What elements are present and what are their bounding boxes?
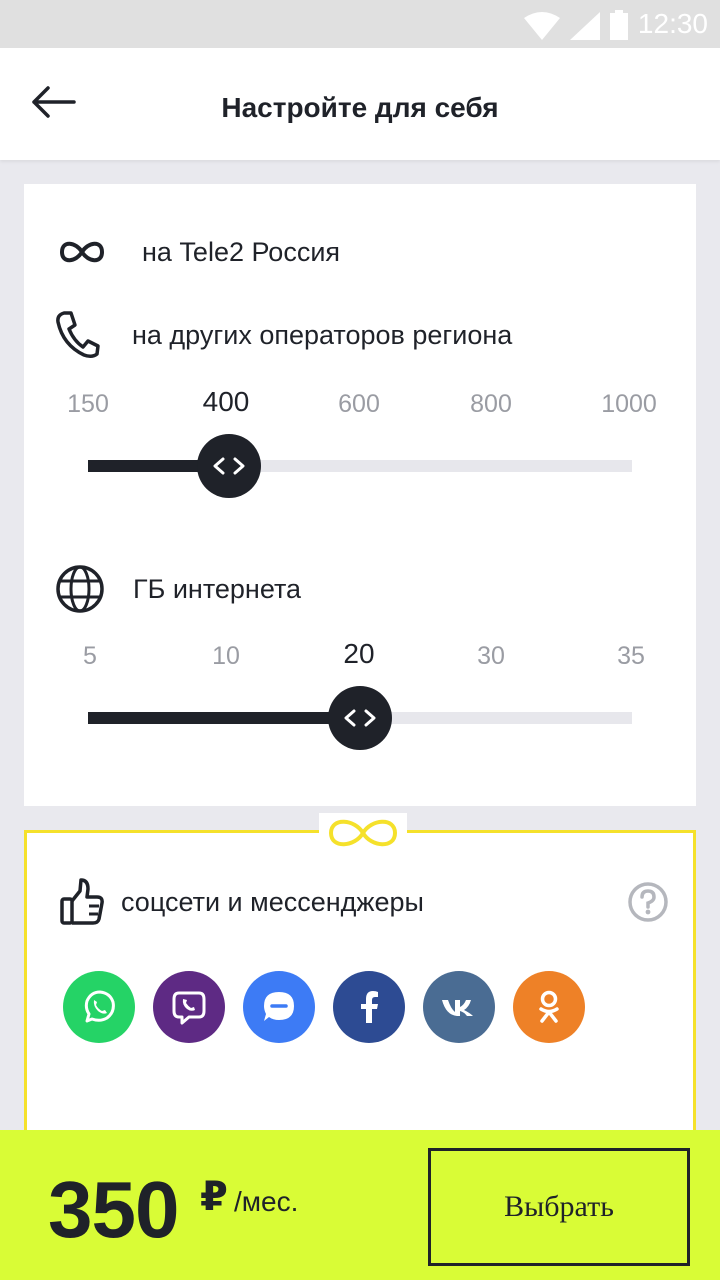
infinity-icon: [59, 241, 105, 263]
globe-icon: [56, 565, 104, 613]
internet-slider-fill: [88, 712, 360, 724]
tariff-settings-card: на Tele2 Россия на других операторов рег…: [24, 184, 696, 806]
tele2-row: на Tele2 Россия: [56, 236, 340, 268]
chevrons-icon: [213, 457, 245, 475]
whatsapp-button[interactable]: [63, 971, 135, 1043]
phone-icon: [56, 311, 100, 359]
page-title: Настройте для себя: [221, 92, 499, 123]
status-bar: 12:30: [0, 0, 720, 48]
minutes-tick[interactable]: 600: [338, 390, 380, 419]
internet-row: ГБ интернета: [55, 564, 301, 614]
minutes-slider-handle[interactable]: [197, 434, 262, 498]
vk-icon: [442, 1000, 473, 1016]
internet-slider[interactable]: [88, 686, 632, 750]
internet-tick[interactable]: 10: [212, 642, 240, 671]
price-period: /мес.: [234, 1186, 299, 1217]
tamtam-icon: [264, 992, 294, 1021]
unlimited-badge: [319, 813, 407, 853]
price-bar: 350 ₽ /мес. Выбрать: [0, 1130, 720, 1280]
tele2-label: на Tele2 Россия: [142, 236, 341, 267]
battery-icon: [610, 10, 628, 40]
odnoklassniki-icon: [539, 990, 559, 1023]
internet-ticks: 5 10 20 30 35: [64, 638, 664, 676]
minutes-slider[interactable]: [88, 434, 632, 498]
status-time: 12:30: [637, 8, 708, 39]
internet-tick[interactable]: 5: [83, 642, 97, 671]
facebook-button[interactable]: [333, 971, 405, 1043]
minutes-tick[interactable]: 1000: [601, 390, 657, 419]
price-value: 350: [48, 1165, 179, 1254]
social-label: соцсети и мессенджеры: [121, 886, 424, 917]
minutes-row: на других операторов региона: [54, 310, 512, 360]
app-bar: Настройте для себя: [0, 48, 720, 160]
internet-label: ГБ интернета: [133, 573, 302, 604]
choose-button[interactable]: Выбрать: [428, 1148, 690, 1266]
minutes-label: на других операторов региона: [132, 319, 513, 350]
minutes-tick[interactable]: 800: [470, 390, 512, 419]
internet-tick[interactable]: 35: [617, 642, 645, 671]
whatsapp-icon: [84, 990, 115, 1023]
chevrons-icon: [344, 709, 376, 727]
internet-tick[interactable]: 30: [477, 642, 505, 671]
odnoklassniki-button[interactable]: [513, 971, 585, 1043]
unlimited-social-card: соцсети и мессенджеры: [24, 813, 696, 1160]
viber-icon: [172, 991, 206, 1025]
viber-button[interactable]: [153, 971, 225, 1043]
help-icon[interactable]: [627, 881, 669, 923]
internet-tick-selected[interactable]: 20: [343, 638, 374, 670]
wifi-icon: [524, 12, 560, 40]
facebook-icon: [361, 991, 378, 1023]
thumbs-up-icon: [60, 878, 104, 925]
minutes-tick[interactable]: 150: [67, 390, 109, 419]
social-row: соцсети и мессенджеры: [59, 877, 424, 927]
minutes-ticks: 150 400 600 800 1000: [64, 386, 664, 424]
vk-button[interactable]: [423, 971, 495, 1043]
infinity-icon: [328, 819, 398, 847]
minutes-tick-selected[interactable]: 400: [203, 386, 250, 418]
currency-symbol: ₽: [200, 1175, 228, 1219]
tamtam-button[interactable]: [243, 971, 315, 1043]
internet-slider-handle[interactable]: [328, 686, 392, 750]
signal-icon: [570, 12, 600, 40]
social-apps-list: [63, 971, 585, 1043]
